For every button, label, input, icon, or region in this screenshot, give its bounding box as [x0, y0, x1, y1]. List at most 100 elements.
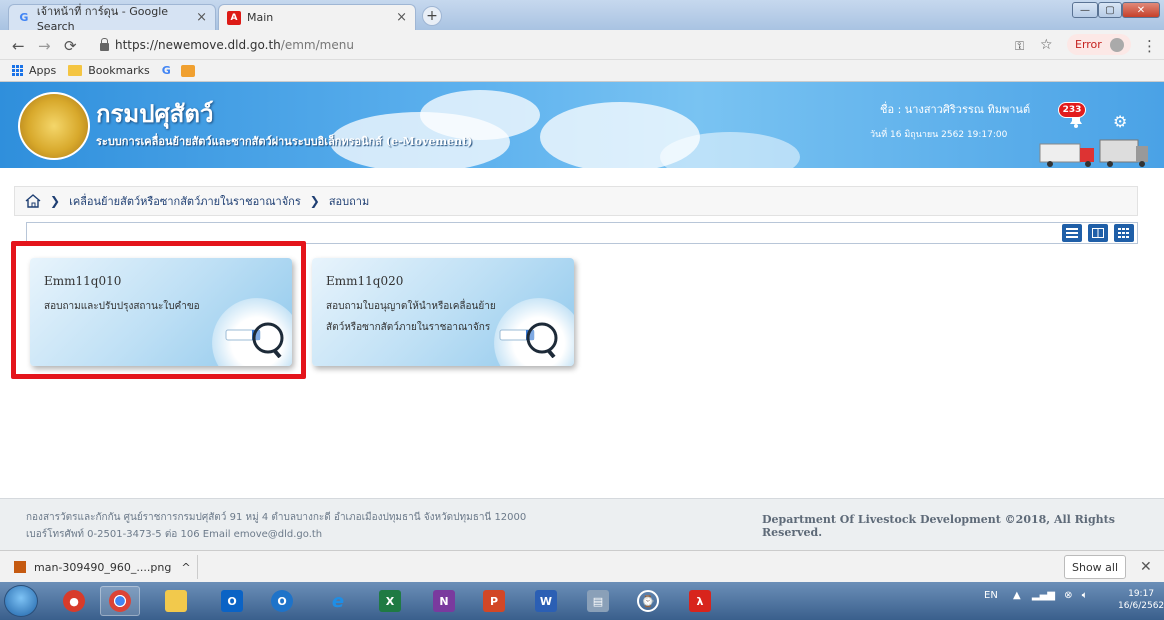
download-item[interactable]: man-309490_960_....png ^ [8, 555, 198, 579]
clock-icon: ⌚ [637, 590, 659, 612]
taskbar-app-ie[interactable]: e [318, 586, 358, 616]
login-date: วันที่ 16 มิถุนายน 2562 19:17:00 [870, 130, 1008, 140]
reload-icon[interactable]: ⟳ [64, 37, 77, 55]
chevron-up-icon[interactable]: ^ [181, 561, 190, 574]
google-icon: G [19, 11, 29, 24]
taskbar-app-explorer[interactable] [156, 586, 196, 616]
maximize-button[interactable]: ▢ [1098, 2, 1122, 18]
taskbar-app-pin[interactable]: ● [54, 586, 94, 616]
windows-taskbar: ● O O e X N P W ▤ ⌚ λ EN ▲ ▂▄▆ ⊗ 🔈︎ 19:1… [0, 582, 1164, 620]
list-view-button[interactable] [1062, 224, 1082, 242]
magnifier-search-icon [499, 322, 558, 358]
site-subtitle: ระบบการเคลื่อนย้ายสัตว์และซากสัตว์ผ่านระ… [96, 135, 473, 148]
key-icon[interactable]: ⚿ [1015, 39, 1024, 54]
site-footer: กองสารวัตรและกักกัน ศูนย์ราชการกรมปศุสัต… [0, 498, 1164, 550]
taskbar-app-powerpoint[interactable]: P [474, 586, 514, 616]
user-name: ชื่อ : นางสาวศิริวรรณ ทิมพานต์ [880, 103, 1031, 116]
site-header: กรมปศุสัตว์ ระบบการเคลื่อนย้ายสัตว์และซา… [0, 82, 1164, 168]
chrome-icon [109, 590, 131, 612]
close-tab-icon[interactable]: × [196, 10, 207, 25]
minimize-button[interactable]: — [1072, 2, 1098, 18]
taskbar-app-word[interactable]: W [526, 586, 566, 616]
excel-icon: X [379, 590, 401, 612]
grid-icon [1118, 228, 1129, 238]
taskbar-app-acrobat[interactable]: λ [680, 586, 720, 616]
trucks-illustration [1039, 139, 1148, 167]
internet-explorer-icon: e [331, 590, 345, 612]
outlook-icon: O [221, 590, 243, 612]
grid-view-button[interactable] [1114, 224, 1134, 242]
download-filename: man-309490_960_....png [34, 560, 172, 574]
folder-icon [68, 65, 83, 76]
new-tab-button[interactable]: + [422, 6, 442, 26]
download-bar: man-309490_960_....png ^ Show all ✕ [0, 550, 1164, 582]
image-bookmark-icon[interactable] [180, 64, 195, 77]
home-icon[interactable] [25, 194, 41, 208]
onenote-icon: N [433, 590, 455, 612]
columns-icon [1092, 228, 1104, 238]
acrobat-icon: λ [689, 590, 711, 612]
system-clock[interactable]: 19:17 16/6/2562 [1118, 588, 1164, 612]
tab-google-search[interactable]: G เจ้าหน้าที่ การ์ดุน - Google Search × [8, 4, 216, 33]
signal-icon[interactable]: ▂▄▆ [1032, 590, 1055, 601]
two-column-view-button[interactable] [1088, 224, 1108, 242]
image-file-icon [14, 561, 26, 573]
printer-icon: ▤ [587, 590, 609, 612]
page-content: กรมปศุสัตว์ ระบบการเคลื่อนย้ายสัตว์และซา… [0, 82, 1164, 550]
lock-icon [100, 38, 109, 51]
powerpoint-icon: P [483, 590, 505, 612]
taskbar-app-excel[interactable]: X [370, 586, 410, 616]
browser-tab-strip: G เจ้าหน้าที่ การ์ดุน - Google Search × … [0, 0, 1164, 33]
media-icon: O [271, 590, 293, 612]
bookmark-folder[interactable]: Bookmarks [68, 64, 150, 77]
tab-label: เจ้าหน้าที่ การ์ดุน - Google Search [36, 5, 169, 33]
forward-arrow-icon[interactable]: → [38, 37, 51, 55]
profile-error-button[interactable]: Error [1067, 34, 1131, 55]
clock-time: 19:17 [1128, 589, 1155, 599]
address-bar[interactable]: https://newemove.dld.go.th/emm/menu [92, 34, 962, 56]
card-code: Emm11q020 [326, 274, 404, 288]
taskbar-app-printer[interactable]: ▤ [578, 586, 618, 616]
bookmark-apps[interactable]: Apps [12, 64, 56, 77]
folder-icon [165, 590, 187, 612]
avatar [1109, 37, 1124, 52]
show-hidden-icons[interactable]: ▲ [1013, 590, 1021, 601]
url-path: /emm/menu [280, 38, 354, 52]
volume-icon[interactable]: 🔈︎ [1082, 590, 1088, 601]
show-all-button[interactable]: Show all [1064, 555, 1126, 579]
tab-label: Main [247, 11, 274, 24]
close-window-button[interactable]: ✕ [1122, 2, 1160, 18]
footer-address: กองสารวัตรและกักกัน ศูนย์ราชการกรมปศุสัต… [26, 509, 526, 543]
breadcrumb-item[interactable]: เคลื่อนย้ายสัตว์หรือซากสัตว์ภายในราชอาณา… [69, 192, 301, 210]
site-title: กรมปศุสัตว์ [96, 99, 214, 128]
taskbar-app-onenote[interactable]: N [424, 586, 464, 616]
network-icon[interactable]: ⊗ [1064, 590, 1072, 601]
system-tray: EN ▲ ▂▄▆ ⊗ 🔈︎ [984, 590, 1088, 601]
close-tab-icon[interactable]: × [396, 10, 407, 25]
pin-icon: ● [63, 590, 85, 612]
word-icon: W [535, 590, 557, 612]
menu-card-emm11q020[interactable]: Emm11q020 สอบถามใบอนุญาตให้นำหรือเคลื่อน… [312, 258, 574, 366]
google-bookmark-icon[interactable]: G [162, 64, 171, 77]
angular-icon: A [227, 10, 241, 25]
close-icon[interactable]: ✕ [1140, 559, 1152, 575]
taskbar-app-outlook[interactable]: O [212, 586, 252, 616]
star-icon[interactable]: ☆ [1040, 37, 1053, 53]
menu-dots-icon[interactable]: ⋮ [1142, 37, 1157, 55]
start-button[interactable] [4, 585, 38, 617]
back-arrow-icon[interactable]: ← [12, 37, 25, 55]
highlight-box [11, 241, 306, 379]
notification-badge[interactable]: 233 [1058, 102, 1086, 118]
footer-copyright: Department Of Livestock Development ©201… [762, 513, 1115, 539]
browser-toolbar: ← → ⟳ https://newemove.dld.go.th/emm/men… [0, 30, 1164, 60]
language-indicator[interactable]: EN [984, 590, 998, 601]
bookmark-label: Bookmarks [88, 64, 150, 77]
tab-main[interactable]: A Main × [218, 4, 416, 30]
breadcrumb: ❯ เคลื่อนย้ายสัตว์หรือซากสัตว์ภายในราชอา… [14, 186, 1138, 216]
chevron-right-icon: ❯ [50, 194, 61, 208]
taskbar-app-clock[interactable]: ⌚ [628, 586, 668, 616]
taskbar-app-chrome[interactable] [100, 586, 140, 616]
taskbar-app-media[interactable]: O [262, 586, 302, 616]
gear-icon[interactable]: ⚙ [1113, 112, 1127, 131]
footer-address-line: กองสารวัตรและกักกัน ศูนย์ราชการกรมปศุสัต… [26, 512, 527, 523]
